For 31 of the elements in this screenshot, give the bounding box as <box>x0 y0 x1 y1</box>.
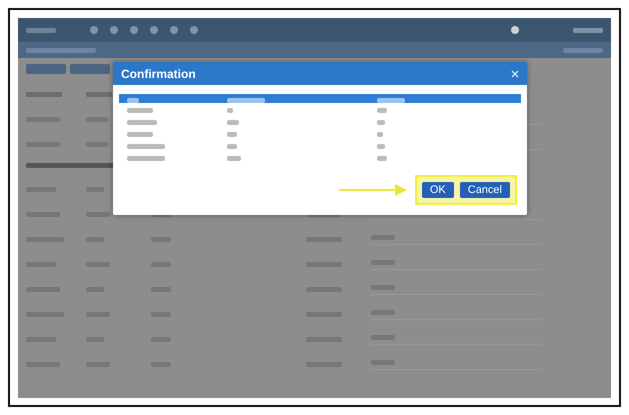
blurred-text <box>127 108 153 113</box>
blurred-text <box>127 98 139 102</box>
blurred-text <box>227 120 239 125</box>
blurred-text <box>127 120 157 125</box>
toolbar-icon[interactable] <box>110 26 118 34</box>
toolbar-icon[interactable] <box>130 26 138 34</box>
blurred-text <box>86 92 112 96</box>
blurred-text <box>86 212 110 216</box>
blurred-text <box>227 108 233 113</box>
blurred-text <box>227 98 265 102</box>
blurred-text <box>227 156 241 161</box>
blurred-text <box>563 48 603 52</box>
toolbar-icon[interactable] <box>150 26 158 34</box>
dialog-title: Confirmation <box>121 66 196 80</box>
blurred-text <box>26 92 62 96</box>
blurred-text <box>127 144 165 149</box>
ok-button[interactable]: OK <box>422 182 454 198</box>
blurred-text <box>86 116 108 122</box>
cancel-button[interactable]: Cancel <box>460 182 510 198</box>
blurred-text <box>26 48 96 52</box>
user-icon[interactable] <box>511 26 519 34</box>
arrow-icon <box>338 183 409 197</box>
blurred-text <box>377 132 383 137</box>
blurred-text <box>127 132 153 137</box>
blurred-text <box>86 142 108 146</box>
blurred-text <box>377 98 405 102</box>
close-icon[interactable] <box>511 70 519 78</box>
toolbar-icon[interactable] <box>190 26 198 34</box>
toolbar-icon[interactable] <box>90 26 98 34</box>
toolbar-icon[interactable] <box>170 26 178 34</box>
blurred-text <box>127 156 165 161</box>
